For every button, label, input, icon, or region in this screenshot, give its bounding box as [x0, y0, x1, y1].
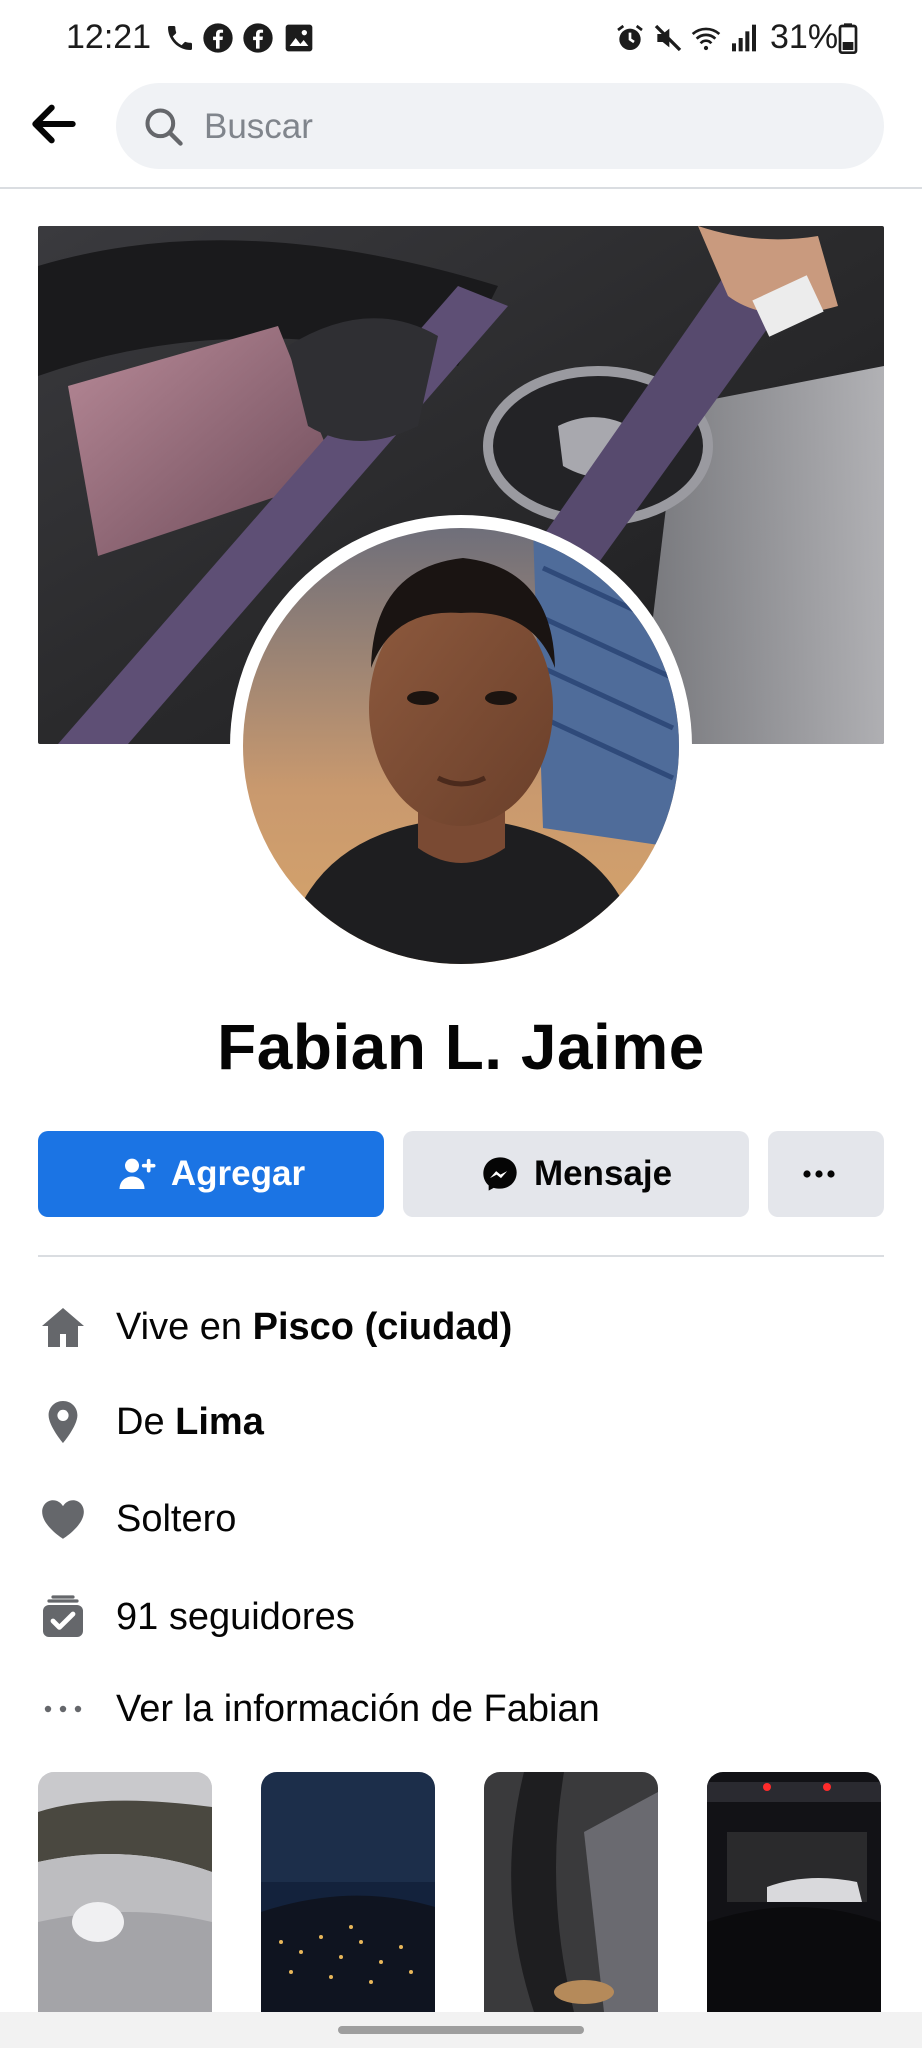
see-info-link[interactable]: Ver la información de Fabian — [38, 1679, 884, 1739]
alarm-icon — [617, 24, 643, 50]
profile-name: Fabian L. Jaime — [217, 1011, 705, 1083]
home-icon — [38, 1302, 88, 1352]
relationship-status: Soltero — [116, 1497, 237, 1540]
location-pin-icon — [38, 1397, 88, 1447]
add-friend-button[interactable]: Agregar — [38, 1131, 384, 1217]
battery-percent: 31% — [770, 18, 839, 56]
followers-icon — [38, 1592, 88, 1642]
photo-thumbnail[interactable] — [484, 1772, 658, 2012]
info-relationship: Soltero — [38, 1489, 884, 1549]
add-friend-icon — [119, 1158, 156, 1189]
info-from: De Lima — [38, 1392, 884, 1452]
status-time: 12:21 — [66, 18, 152, 56]
info-followers[interactable]: 91 seguidores — [38, 1587, 884, 1647]
status-bar: 12:21 31% — [0, 0, 922, 76]
heart-icon — [38, 1494, 88, 1544]
gallery-icon — [285, 24, 313, 52]
facebook-icon — [203, 23, 233, 53]
back-arrow-icon — [32, 104, 76, 144]
from-prefix: De — [116, 1400, 176, 1443]
header-divider — [0, 187, 922, 189]
signal-icon — [732, 24, 756, 52]
messenger-icon — [483, 1157, 517, 1191]
photo-thumbnail[interactable] — [707, 1772, 881, 2012]
facebook-icon — [243, 23, 273, 53]
search-bar[interactable] — [116, 83, 884, 169]
more-options-button[interactable] — [768, 1131, 884, 1217]
photo-thumbnail[interactable] — [38, 1772, 212, 2012]
info-divider — [38, 1255, 884, 1257]
see-info-label: Ver la información de Fabian — [116, 1687, 600, 1730]
add-friend-label: Agregar — [170, 1154, 306, 1193]
battery-icon — [838, 23, 858, 54]
lives-in-prefix: Vive en — [116, 1305, 253, 1348]
message-label: Mensaje — [533, 1154, 673, 1193]
more-dots-icon — [803, 1170, 835, 1178]
photo-thumbnail[interactable] — [261, 1772, 435, 2012]
wifi-icon — [691, 27, 721, 51]
home-indicator[interactable] — [338, 2026, 584, 2034]
lives-in-place[interactable]: Pisco (ciudad) — [253, 1306, 513, 1348]
profile-picture[interactable] — [243, 528, 679, 964]
more-dots-icon — [38, 1684, 88, 1734]
search-input[interactable] — [202, 103, 846, 151]
from-place[interactable]: Lima — [175, 1401, 264, 1443]
phone-icon — [168, 26, 192, 50]
back-button[interactable] — [26, 96, 94, 156]
mute-icon — [654, 24, 682, 52]
message-button[interactable]: Mensaje — [403, 1131, 749, 1217]
followers-count: 91 seguidores — [116, 1595, 355, 1638]
info-lives-in: Vive en Pisco (ciudad) — [38, 1297, 884, 1357]
search-icon — [145, 108, 183, 146]
